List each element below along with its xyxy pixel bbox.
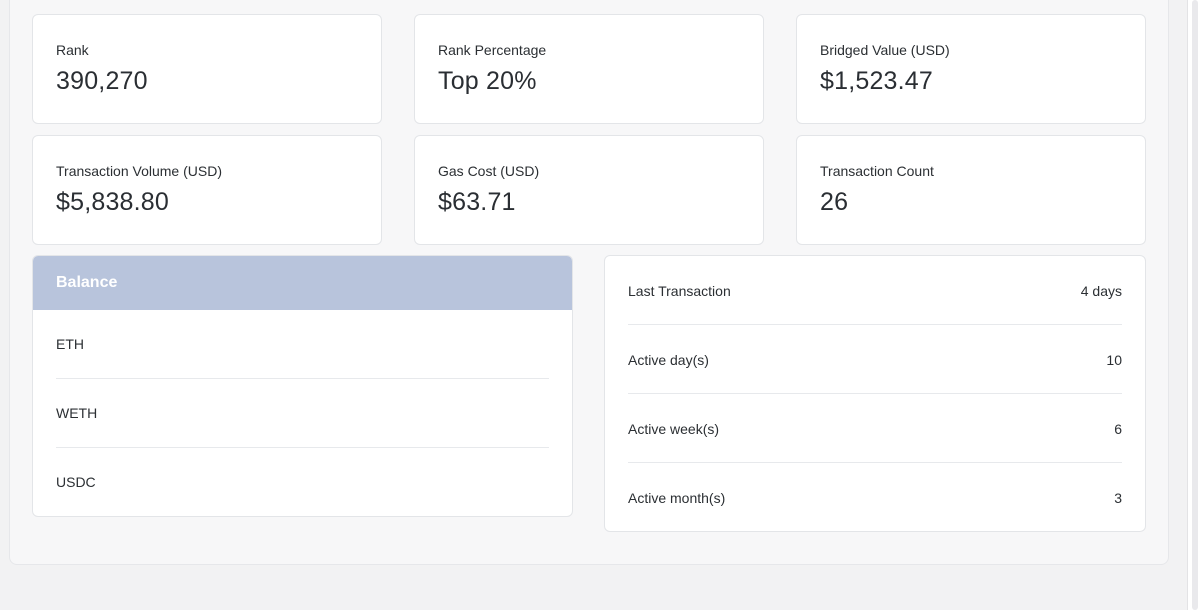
token-name: ETH bbox=[56, 336, 84, 352]
activity-label: Active month(s) bbox=[628, 490, 726, 506]
activity-row: Active day(s) 10 bbox=[628, 325, 1122, 394]
stat-card-bridged-value: Bridged Value (USD) $1,523.47 bbox=[796, 14, 1146, 124]
balance-row: ETH bbox=[56, 310, 549, 379]
activity-card: Last Transaction 4 days Active day(s) 10… bbox=[604, 255, 1146, 532]
stat-label: Transaction Volume (USD) bbox=[56, 163, 222, 179]
activity-label: Active week(s) bbox=[628, 421, 720, 437]
balance-card: Balance ETH WETH USDC bbox=[32, 255, 573, 517]
stat-label: Bridged Value (USD) bbox=[820, 42, 950, 58]
stat-card-transaction-count: Transaction Count 26 bbox=[796, 135, 1146, 245]
balance-row: USDC bbox=[56, 448, 549, 517]
activity-value: 4 days bbox=[1080, 283, 1122, 299]
scrollbar-thumb[interactable] bbox=[1192, 0, 1198, 610]
token-name: WETH bbox=[56, 405, 98, 421]
stat-card-rank: Rank 390,270 bbox=[32, 14, 382, 124]
stat-label: Transaction Count bbox=[820, 163, 934, 179]
activity-row: Active week(s) 6 bbox=[628, 394, 1122, 463]
activity-label: Active day(s) bbox=[628, 352, 709, 368]
stat-label: Gas Cost (USD) bbox=[438, 163, 540, 179]
stat-card-gas-cost: Gas Cost (USD) $63.71 bbox=[414, 135, 764, 245]
stat-value: $63.71 bbox=[438, 188, 516, 216]
stat-label: Rank Percentage bbox=[438, 42, 547, 58]
stat-value: $1,523.47 bbox=[820, 67, 934, 95]
balance-header: Balance bbox=[33, 256, 572, 310]
balance-row: WETH bbox=[56, 379, 549, 448]
activity-label: Last Transaction bbox=[628, 283, 731, 299]
stat-card-transaction-volume: Transaction Volume (USD) $5,838.80 bbox=[32, 135, 382, 245]
balance-title: Balance bbox=[56, 274, 118, 291]
stat-value: 390,270 bbox=[56, 67, 148, 95]
activity-row: Last Transaction 4 days bbox=[628, 256, 1122, 325]
stat-card-rank-percentage: Rank Percentage Top 20% bbox=[414, 14, 764, 124]
stat-value: 26 bbox=[820, 188, 849, 216]
stat-label: Rank bbox=[56, 42, 89, 58]
vertical-scrollbar[interactable] bbox=[1187, 0, 1200, 610]
activity-row: Active month(s) 3 bbox=[628, 463, 1122, 532]
activity-value: 10 bbox=[1106, 352, 1122, 368]
activity-value: 3 bbox=[1114, 490, 1122, 506]
token-name: USDC bbox=[56, 474, 96, 490]
activity-value: 6 bbox=[1114, 421, 1122, 437]
stat-value: $5,838.80 bbox=[56, 188, 170, 216]
stat-value: Top 20% bbox=[438, 67, 537, 95]
